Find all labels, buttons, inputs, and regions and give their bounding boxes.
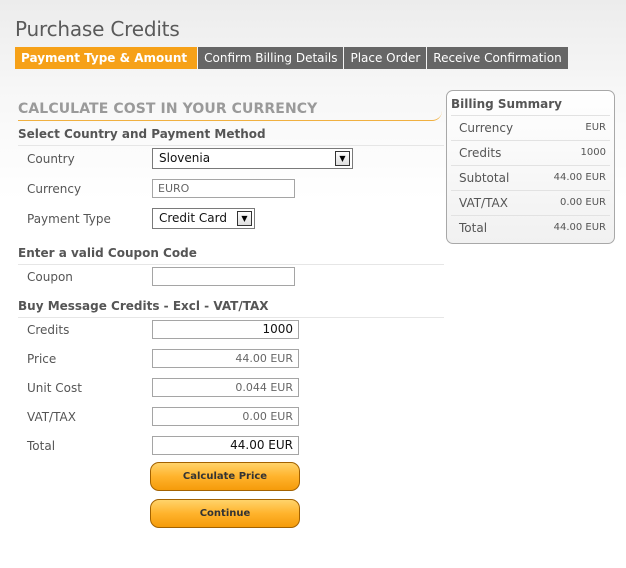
- coupon-label: Coupon: [27, 270, 73, 284]
- price-label: Price: [27, 352, 57, 366]
- summary-row-credits: Credits 1000: [451, 140, 610, 165]
- payment-type-select-value: Credit Card: [159, 211, 227, 225]
- credits-input[interactable]: 1000: [152, 320, 299, 339]
- summary-row-label: Currency: [459, 121, 514, 135]
- chevron-down-icon[interactable]: ▼: [237, 211, 252, 226]
- country-payment-section-title: Select Country and Payment Method: [18, 127, 444, 146]
- country-select[interactable]: Slovenia ▼: [152, 148, 353, 169]
- summary-row-value: 1000: [580, 147, 606, 158]
- summary-row-currency: Currency EUR: [451, 115, 610, 140]
- step-confirm-billing[interactable]: Confirm Billing Details: [198, 47, 344, 69]
- country-select-value: Slovenia: [159, 151, 211, 165]
- currency-label: Currency: [27, 182, 82, 196]
- vat-tax-field: 0.00 EUR: [152, 407, 299, 426]
- coupon-input[interactable]: [152, 267, 295, 286]
- step-receive-confirmation[interactable]: Receive Confirmation: [427, 47, 568, 69]
- summary-row-label: Subtotal: [459, 171, 510, 185]
- summary-row-value: 44.00 EUR: [553, 172, 606, 183]
- calculate-price-button[interactable]: Calculate Price: [150, 462, 300, 491]
- unit-cost-label: Unit Cost: [27, 381, 82, 395]
- billing-summary-title: Billing Summary: [451, 97, 562, 111]
- summary-row-value: EUR: [585, 122, 606, 133]
- total-label: Total: [27, 439, 56, 453]
- billing-summary-panel: Billing Summary Currency EUR Credits 100…: [446, 90, 615, 244]
- step-place-order[interactable]: Place Order: [344, 47, 427, 69]
- currency-field[interactable]: EURO: [152, 179, 295, 198]
- checkout-steps: Payment Type & Amount Confirm Billing De…: [15, 47, 569, 69]
- vat-tax-label: VAT/TAX: [27, 410, 76, 424]
- summary-row-label: VAT/TAX: [459, 196, 508, 210]
- total-field: 44.00 EUR: [152, 436, 299, 455]
- step-payment-type[interactable]: Payment Type & Amount: [15, 47, 198, 69]
- unit-cost-field: 0.044 EUR: [152, 378, 299, 397]
- continue-button[interactable]: Continue: [150, 499, 300, 528]
- calculate-cost-heading: CALCULATE COST IN YOUR CURRENCY: [18, 101, 442, 121]
- chevron-down-icon[interactable]: ▼: [335, 151, 350, 166]
- payment-type-label: Payment Type: [27, 212, 111, 226]
- payment-type-select[interactable]: Credit Card ▼: [152, 208, 255, 229]
- summary-row-label: Total: [459, 221, 488, 235]
- summary-row-subtotal: Subtotal 44.00 EUR: [451, 165, 610, 190]
- summary-row-value: 44.00 EUR: [553, 222, 606, 233]
- coupon-section-title: Enter a valid Coupon Code: [18, 246, 444, 265]
- summary-row-total: Total 44.00 EUR: [451, 215, 610, 240]
- summary-row-label: Credits: [459, 146, 502, 160]
- page-title: Purchase Credits: [15, 17, 180, 41]
- summary-row-value: 0.00 EUR: [559, 197, 606, 208]
- price-field: 44.00 EUR: [152, 349, 299, 368]
- message-credits-section-title: Buy Message Credits - Excl - VAT/TAX: [18, 299, 444, 318]
- country-label: Country: [27, 152, 75, 166]
- summary-row-vat-tax: VAT/TAX 0.00 EUR: [451, 190, 610, 215]
- credits-label: Credits: [27, 323, 70, 337]
